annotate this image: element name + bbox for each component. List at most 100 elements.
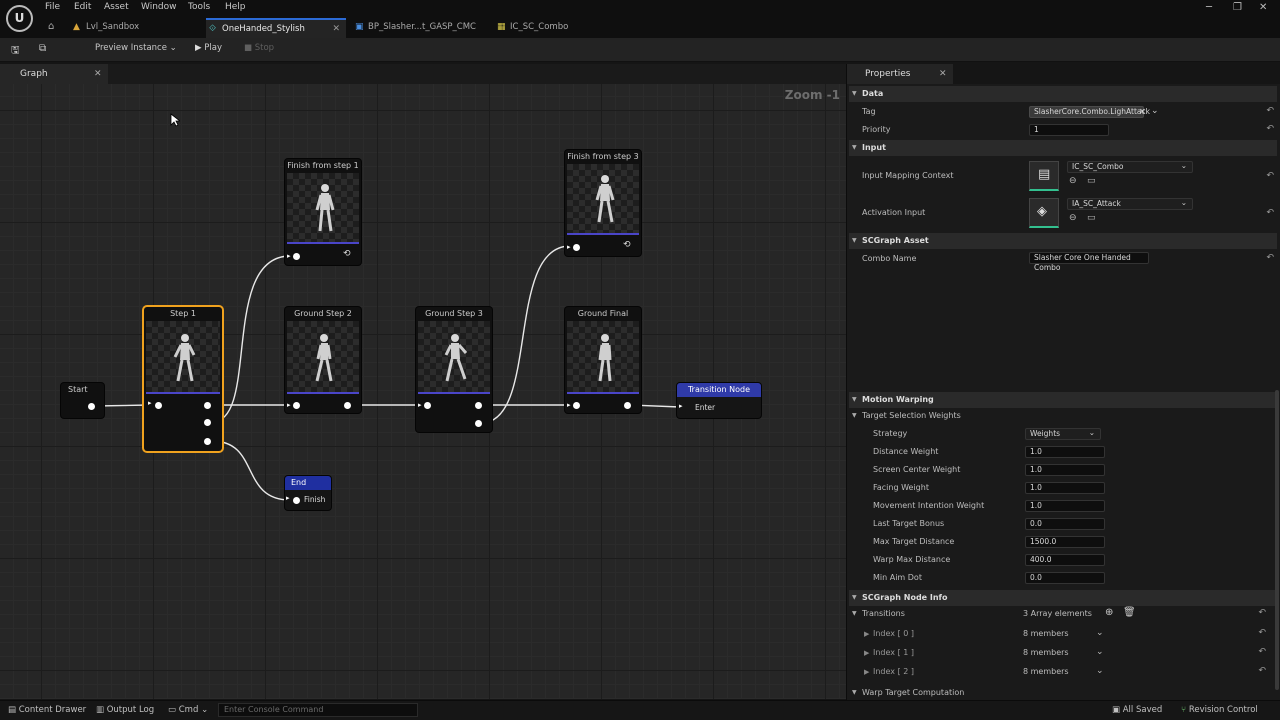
- activation-input-dropdown[interactable]: IA_SC_Attack ⌄: [1067, 198, 1193, 210]
- expand-arrow-icon[interactable]: ▶: [864, 649, 869, 657]
- reset-icon[interactable]: ↶: [1266, 208, 1274, 218]
- ground-final-input-pin[interactable]: [573, 402, 580, 409]
- browse-icon[interactable]: ⧉: [39, 43, 46, 54]
- min-aim-dot-field[interactable]: 0.0: [1025, 572, 1105, 584]
- chevron-down-icon[interactable]: ⌄: [1096, 628, 1104, 638]
- add-element-icon[interactable]: ⊕: [1105, 607, 1113, 618]
- reset-icon[interactable]: ↶: [1266, 171, 1274, 181]
- collapse-arrow-icon[interactable]: ▼: [852, 689, 857, 696]
- tab-graph[interactable]: Graph ✕: [0, 64, 108, 84]
- finish-step3-node[interactable]: Finish from step 3 ▸ ⟲: [565, 150, 641, 256]
- reset-icon[interactable]: ↶: [1258, 647, 1266, 657]
- last-target-bonus-field[interactable]: 0.0: [1025, 518, 1105, 530]
- revision-control-button[interactable]: ⑂ Revision Control: [1181, 705, 1258, 715]
- ground-step3-node[interactable]: Ground Step 3 ▸: [416, 307, 492, 432]
- stop-button[interactable]: ■ Stop: [244, 43, 274, 53]
- section-motion-warping[interactable]: ▼ Motion Warping: [849, 392, 1277, 408]
- step1-node[interactable]: Step 1 ▸: [144, 307, 222, 451]
- browse-folder-icon[interactable]: ▭: [1087, 176, 1096, 186]
- menu-edit[interactable]: Edit: [74, 2, 91, 12]
- close-tab-icon[interactable]: ✕: [332, 20, 340, 38]
- section-scgraph-asset[interactable]: ▼ SCGraph Asset: [849, 233, 1277, 249]
- priority-field[interactable]: 1: [1029, 124, 1109, 136]
- step1-input-pin[interactable]: [155, 402, 162, 409]
- chevron-down-icon[interactable]: ⌄: [1096, 666, 1104, 676]
- max-target-distance-field[interactable]: 1500.0: [1025, 536, 1105, 548]
- cmd-dropdown[interactable]: ▭ Cmd ⌄: [168, 705, 208, 715]
- step1-output-pin-1[interactable]: [204, 419, 211, 426]
- maximize-icon[interactable]: ❐: [1233, 2, 1242, 13]
- ground-step2-node[interactable]: Ground Step 2 ▸: [285, 307, 361, 413]
- console-command-input[interactable]: Enter Console Command: [218, 703, 418, 717]
- end-node[interactable]: End ▸ Finish: [285, 476, 331, 510]
- ground-step2-input-pin[interactable]: [293, 402, 300, 409]
- reset-icon[interactable]: ↶: [1266, 253, 1274, 263]
- finish-step1-node[interactable]: Finish from step 1 ▸ ⟲: [285, 159, 361, 265]
- strategy-dropdown[interactable]: Weights ⌄: [1025, 428, 1101, 440]
- scrollbar[interactable]: [1275, 390, 1279, 690]
- save-icon[interactable]: 🖫: [11, 43, 20, 60]
- finish-step3-input-pin[interactable]: [573, 244, 580, 251]
- graph-canvas[interactable]: Zoom -1 Start Step 1 ▸ Finish from step …: [0, 84, 846, 699]
- content-drawer-button[interactable]: ▤ Content Drawer: [8, 705, 86, 715]
- step1-output-pin-2[interactable]: [204, 438, 211, 445]
- reset-icon[interactable]: ↶: [1266, 106, 1274, 116]
- browse-folder-icon[interactable]: ▭: [1087, 213, 1096, 223]
- transition-node[interactable]: Transition Node ▸ Enter: [677, 383, 761, 418]
- section-data[interactable]: ▼ Data: [849, 86, 1277, 102]
- input-mapping-dropdown[interactable]: IC_SC_Combo ⌄: [1067, 161, 1193, 173]
- close-graph-tab-icon[interactable]: ✕: [94, 64, 102, 84]
- tab-onehanded-stylish[interactable]: ⟐ OneHanded_Stylish ✕: [206, 18, 346, 38]
- tab-properties[interactable]: Properties ✕: [847, 64, 953, 84]
- tab-lvl-sandbox[interactable]: ▲ Lvl_Sandbox: [70, 18, 200, 38]
- section-input[interactable]: ▼ Input: [849, 140, 1277, 156]
- tab-ic-sc-combo[interactable]: ▦ IC_SC_Combo: [494, 18, 604, 38]
- reset-icon[interactable]: ↶: [1258, 666, 1266, 676]
- preview-instance-dropdown[interactable]: Preview Instance ⌄: [95, 43, 177, 53]
- all-saved-button[interactable]: ▣ All Saved: [1112, 705, 1162, 715]
- screen-center-weight-field[interactable]: 1.0: [1025, 464, 1105, 476]
- section-scgraph-node-info[interactable]: ▼ SCGraph Node Info: [849, 590, 1277, 606]
- menu-help[interactable]: Help: [225, 2, 246, 12]
- menu-window[interactable]: Window: [141, 2, 177, 12]
- minimize-icon[interactable]: ─: [1206, 2, 1212, 13]
- reset-icon[interactable]: ↶: [1258, 608, 1266, 618]
- movement-intention-weight-field[interactable]: 1.0: [1025, 500, 1105, 512]
- ground-step3-input-pin[interactable]: [424, 402, 431, 409]
- delete-all-icon[interactable]: 🗑: [1123, 607, 1136, 618]
- finish-step1-input-pin[interactable]: [293, 253, 300, 260]
- ground-step2-output-pin[interactable]: [344, 402, 351, 409]
- use-selected-icon[interactable]: ⊖: [1069, 176, 1077, 186]
- ground-final-output-pin[interactable]: [624, 402, 631, 409]
- ground-step3-output-pin-0[interactable]: [475, 402, 482, 409]
- output-log-button[interactable]: ▥ Output Log: [96, 705, 154, 715]
- facing-weight-field[interactable]: 1.0: [1025, 482, 1105, 494]
- combo-name-field[interactable]: Slasher Core One Handed Combo: [1029, 252, 1149, 272]
- tag-chip[interactable]: SlasherCore.Combo.LighAttack: [1029, 106, 1150, 118]
- chevron-down-icon[interactable]: ⌄: [1096, 647, 1104, 657]
- remove-tag-icon[interactable]: ✕: [1139, 107, 1146, 116]
- collapse-arrow-icon[interactable]: ▼: [852, 610, 857, 617]
- home-icon[interactable]: ⌂: [48, 21, 54, 32]
- warp-max-distance-field[interactable]: 400.0: [1025, 554, 1105, 566]
- close-window-icon[interactable]: ✕: [1259, 2, 1267, 13]
- start-output-pin[interactable]: [88, 403, 95, 410]
- menu-file[interactable]: File: [45, 2, 60, 12]
- expand-arrow-icon[interactable]: ▶: [864, 668, 869, 676]
- reset-icon[interactable]: ↶: [1258, 628, 1266, 638]
- ground-final-node[interactable]: Ground Final ▸: [565, 307, 641, 413]
- collapse-arrow-icon[interactable]: ▼: [852, 412, 857, 419]
- reset-icon[interactable]: ↶: [1266, 124, 1274, 134]
- ground-step3-output-pin-1[interactable]: [475, 420, 482, 427]
- step1-output-pin-0[interactable]: [204, 402, 211, 409]
- end-input-pin[interactable]: [293, 497, 300, 504]
- distance-weight-field[interactable]: 1.0: [1025, 446, 1105, 458]
- expand-arrow-icon[interactable]: ▶: [864, 630, 869, 638]
- menu-asset[interactable]: Asset: [104, 2, 129, 12]
- play-button[interactable]: ▶ Play: [195, 43, 222, 53]
- close-properties-tab-icon[interactable]: ✕: [939, 64, 947, 84]
- tag-dropdown-icon[interactable]: ⌄: [1151, 106, 1159, 116]
- use-selected-icon[interactable]: ⊖: [1069, 213, 1077, 223]
- start-node[interactable]: Start: [61, 383, 104, 418]
- menu-tools[interactable]: Tools: [188, 2, 210, 12]
